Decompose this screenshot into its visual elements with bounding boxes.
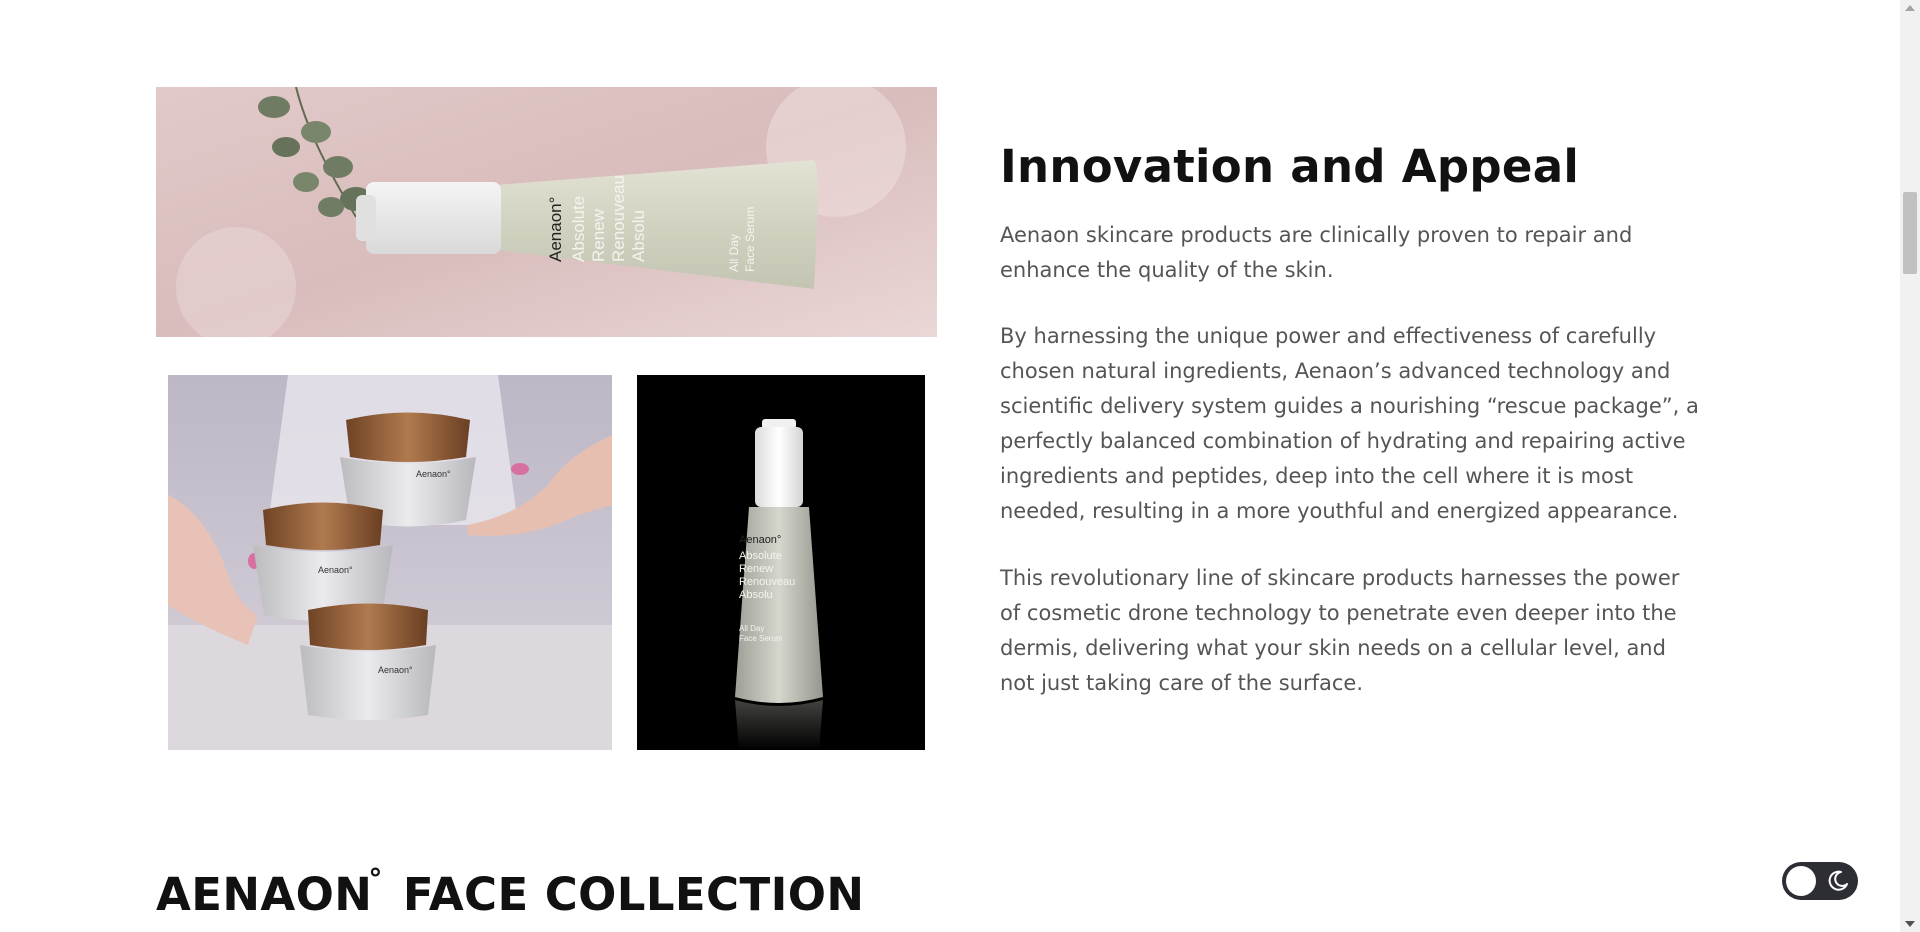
- svg-text:Absolute: Absolute: [739, 550, 782, 562]
- drone-technology-paragraph: This revolutionary line of skincare prod…: [1000, 566, 1680, 695]
- technology-paragraph: By harnessing the unique power and effec…: [1000, 324, 1699, 523]
- toggle-knob-icon: [1786, 866, 1816, 896]
- svg-text:Renew: Renew: [589, 208, 608, 262]
- collection-degree: °: [368, 862, 383, 895]
- serum-brand: Aenaon°: [739, 534, 781, 546]
- svg-text:Absolu: Absolu: [629, 210, 648, 262]
- jar-top-brand: Aenaon°: [416, 469, 451, 479]
- serum-bottle-banner-image: Aenaon° Absolute Renew Renouveau Absolu …: [156, 87, 937, 337]
- svg-text:Absolute: Absolute: [569, 196, 588, 262]
- section-heading: Innovation and Appeal: [1000, 140, 1580, 193]
- moon-icon: [1828, 870, 1848, 891]
- scroll-down-arrow-icon[interactable]: [1900, 916, 1920, 932]
- svg-text:Face Serum: Face Serum: [739, 634, 783, 643]
- page: Aenaon° Absolute Renew Renouveau Absolu …: [0, 0, 1900, 932]
- svg-text:Renouveau: Renouveau: [609, 175, 628, 262]
- svg-text:Renew: Renew: [739, 563, 773, 575]
- collection-title: FACE COLLECTION: [402, 868, 865, 921]
- scrollbar-thumb[interactable]: [1903, 192, 1917, 274]
- face-cream-jars-image: Aenaon° Aenaon° Aenaon°: [168, 375, 612, 750]
- svg-text:All Day: All Day: [727, 234, 741, 272]
- svg-text:Face Serum: Face Serum: [743, 207, 757, 272]
- svg-text:Absolu: Absolu: [739, 589, 773, 601]
- top-bottle-brand: Aenaon°: [546, 197, 565, 262]
- jar-bottom-brand: Aenaon°: [378, 665, 413, 675]
- vertical-scrollbar[interactable]: [1900, 0, 1920, 932]
- svg-text:Renouveau: Renouveau: [739, 576, 795, 588]
- serum-bottle-black-image: Aenaon° Absolute Renew Renouveau Absolu …: [637, 375, 925, 750]
- intro-paragraph: Aenaon skincare products are clinically …: [1000, 223, 1633, 282]
- jar-middle-brand: Aenaon°: [318, 565, 353, 575]
- scroll-up-arrow-icon[interactable]: [1900, 0, 1920, 16]
- dark-mode-toggle[interactable]: [1782, 862, 1858, 900]
- svg-text:All Day: All Day: [739, 624, 764, 633]
- collection-heading: AENAON° FACE COLLECTION: [156, 862, 865, 921]
- collection-brand: AENAON: [156, 868, 373, 921]
